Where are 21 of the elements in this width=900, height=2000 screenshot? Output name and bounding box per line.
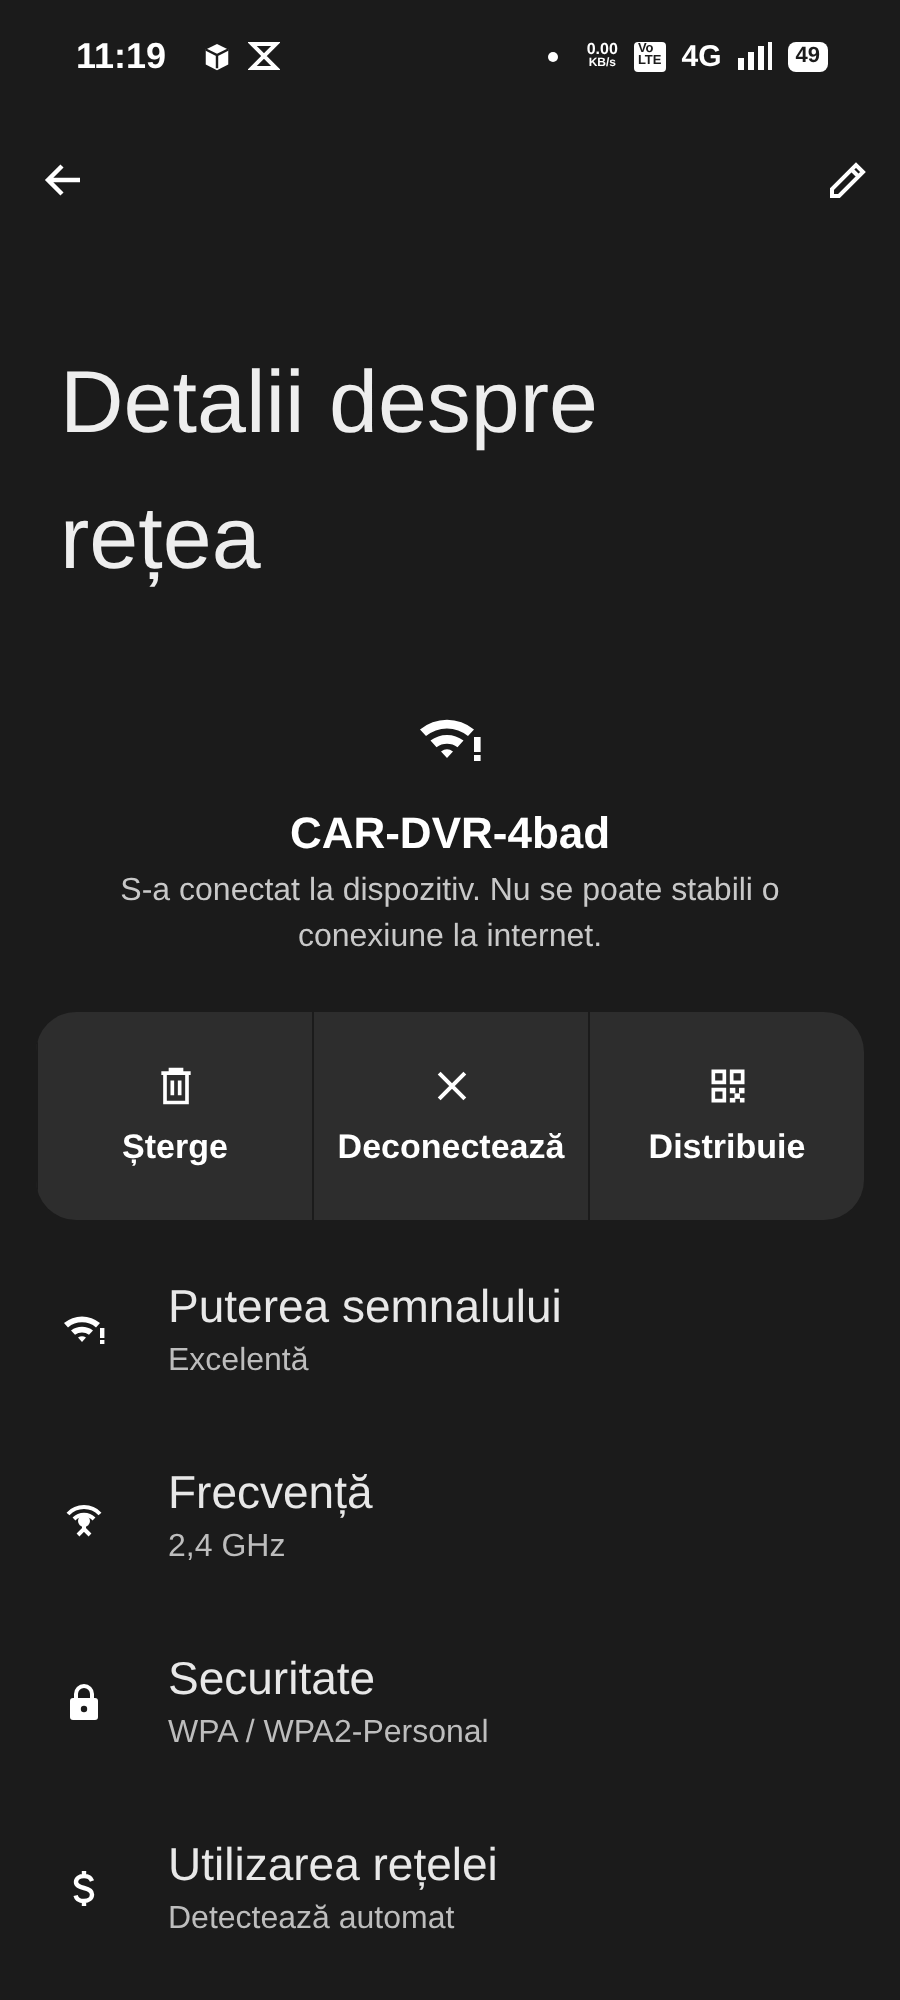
network-name: CAR-DVR-4bad [289,808,611,860]
notification-dot-icon [548,51,559,61]
battery-level: 49 [787,41,828,71]
detail-title: Securitate [168,1652,378,1706]
cell-signal-icon [737,42,772,70]
connection-status: S-a conectat la dispozitiv. Nu se poate stabili o conexiune la internet. [118,872,782,958]
detail-title: Frecvență [168,1466,373,1520]
detail-value: 2,4 GHz [168,1530,288,1566]
share-button[interactable]: Distribuie [588,1012,864,1220]
detail-value: WPA / WPA2-Personal [168,1716,489,1752]
data-speed-value: 0.00 [586,42,618,58]
clock-time: 11:19 [76,35,167,77]
network-type: 4G [681,39,722,73]
detail-value: Detectează automat [168,1902,457,1938]
detail-title: Puterea semnalului [168,1280,562,1334]
detail-title: Utilizarea rețelei [168,1838,498,1892]
delete-button[interactable]: Șterge [36,1012,312,1220]
disconnect-button[interactable]: Deconectează [312,1012,588,1220]
detail-value: Excelentă [168,1344,311,1380]
page-title: Detalii despre rețea [60,352,601,592]
box-icon [202,41,233,71]
